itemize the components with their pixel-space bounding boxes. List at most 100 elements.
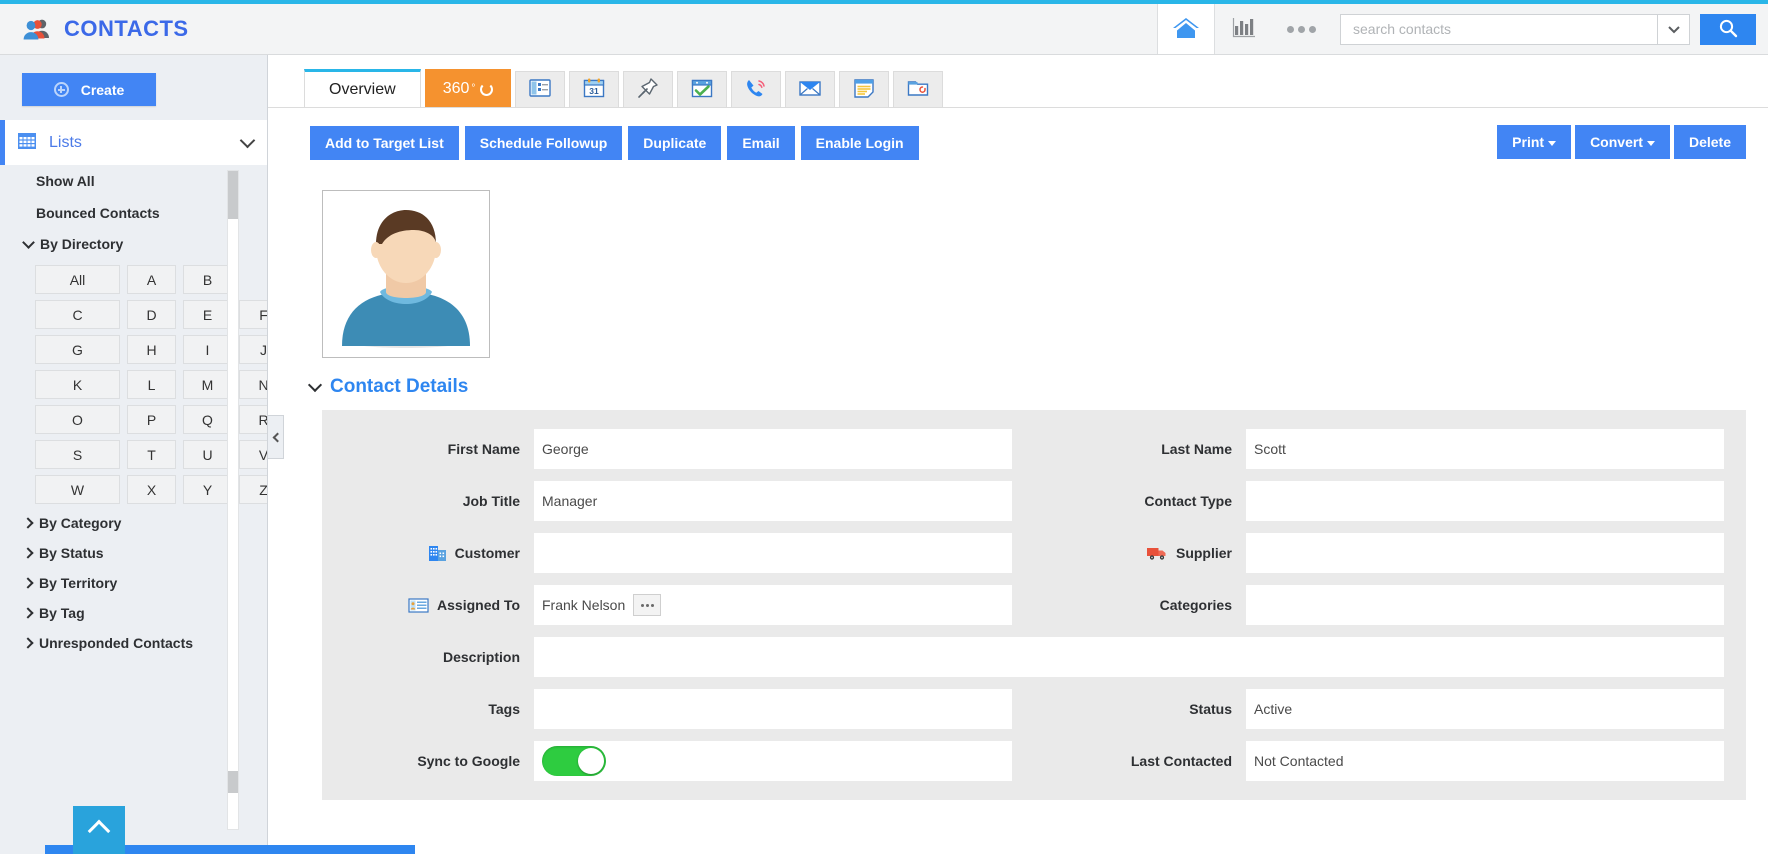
avatar[interactable]: [322, 190, 490, 358]
directory-key-o[interactable]: O: [35, 405, 120, 434]
degree-symbol: °: [471, 83, 475, 94]
field-first-name-value[interactable]: George: [534, 429, 1012, 469]
directory-key-n[interactable]: N: [239, 370, 268, 399]
tab-details[interactable]: [515, 71, 565, 107]
chevron-right-icon: [22, 577, 33, 588]
schedule-followup-button[interactable]: Schedule Followup: [465, 126, 623, 160]
enable-login-button[interactable]: Enable Login: [801, 126, 919, 160]
directory-key-j[interactable]: J: [239, 335, 268, 364]
directory-key-f[interactable]: F: [239, 300, 268, 329]
field-last-contacted-value[interactable]: Not Contacted: [1246, 741, 1724, 781]
directory-key-z[interactable]: Z: [239, 475, 268, 504]
chevron-down-icon: [240, 133, 256, 149]
directory-key-m[interactable]: M: [183, 370, 232, 399]
sidebar-group-label: By Category: [39, 515, 121, 531]
assigned-to-picker-button[interactable]: [633, 594, 661, 616]
directory-key-k[interactable]: K: [35, 370, 120, 399]
sidebar-scrollbar-thumb[interactable]: [228, 171, 238, 219]
convert-button[interactable]: Convert: [1575, 125, 1670, 159]
directory-key-p[interactable]: P: [127, 405, 176, 434]
tab-overview[interactable]: Overview: [304, 69, 421, 107]
app-header: CONTACTS: [0, 4, 1768, 55]
field-assigned-to-value: Frank Nelson: [542, 597, 625, 613]
sidebar-group-label: By Tag: [39, 605, 85, 621]
field-description-value[interactable]: [534, 637, 1724, 677]
search-input[interactable]: [1341, 15, 1657, 44]
directory-key-g[interactable]: G: [35, 335, 120, 364]
field-categories-value[interactable]: [1246, 585, 1724, 625]
chevron-right-icon: [22, 547, 33, 558]
duplicate-button[interactable]: Duplicate: [628, 126, 721, 160]
sidebar-scrollbar[interactable]: [227, 170, 239, 830]
directory-key-r[interactable]: R: [239, 405, 268, 434]
field-contact-type-value[interactable]: [1246, 481, 1724, 521]
field-status-label: Status: [1034, 701, 1246, 717]
directory-key-t[interactable]: T: [127, 440, 176, 469]
search-button[interactable]: [1700, 14, 1756, 45]
sidebar-collapse-handle[interactable]: [268, 415, 284, 459]
page-title: CONTACTS: [64, 16, 189, 42]
directory-key-c[interactable]: C: [35, 300, 120, 329]
directory-key-y[interactable]: Y: [183, 475, 232, 504]
chevron-down-icon: [308, 377, 322, 391]
tab-pinned[interactable]: [623, 71, 673, 107]
tab-calendar[interactable]: 31: [569, 71, 619, 107]
notes-icon: [852, 77, 876, 102]
field-job-title: Job Title Manager: [322, 475, 1034, 527]
action-toolbar: Add to Target List Schedule Followup Dup…: [304, 108, 1768, 160]
calendar-icon: 31: [582, 77, 606, 102]
directory-key-h[interactable]: H: [127, 335, 176, 364]
delete-button[interactable]: Delete: [1674, 125, 1746, 159]
scroll-to-top-button[interactable]: [73, 806, 125, 854]
home-button[interactable]: [1157, 4, 1215, 54]
field-customer-value[interactable]: [534, 533, 1012, 573]
directory-key-a[interactable]: A: [127, 265, 176, 294]
chevron-down-icon: [22, 236, 35, 249]
field-categories: Categories: [1034, 579, 1746, 631]
directory-key-l[interactable]: L: [127, 370, 176, 399]
directory-key-u[interactable]: U: [183, 440, 232, 469]
chevron-right-icon: [22, 607, 33, 618]
directory-key-v[interactable]: V: [239, 440, 268, 469]
directory-key-e[interactable]: E: [183, 300, 232, 329]
sidebar-lists-header[interactable]: Lists: [0, 120, 267, 165]
tab-emails[interactable]: [785, 71, 835, 107]
field-last-name-value[interactable]: Scott: [1246, 429, 1724, 469]
tab-tasks[interactable]: [677, 71, 727, 107]
directory-key-i[interactable]: I: [183, 335, 232, 364]
sidebar-scrollbar-thumb-lower[interactable]: [228, 771, 238, 793]
caret-down-icon: [1548, 141, 1556, 146]
field-tags-value[interactable]: [534, 689, 1012, 729]
directory-key-all[interactable]: All: [35, 265, 120, 294]
field-assigned-to-label-text: Assigned To: [437, 597, 520, 613]
create-button[interactable]: Create: [22, 73, 156, 106]
chevron-left-icon: [272, 432, 282, 442]
contact-details-section-header[interactable]: Contact Details: [310, 376, 1768, 398]
directory-key-s[interactable]: S: [35, 440, 120, 469]
search-scope-dropdown[interactable]: [1657, 15, 1689, 44]
sync-to-google-toggle[interactable]: [542, 746, 606, 776]
field-status-value[interactable]: Active: [1246, 689, 1724, 729]
tab-calls[interactable]: [731, 71, 781, 107]
directory-key-x[interactable]: X: [127, 475, 176, 504]
email-button[interactable]: Email: [727, 126, 794, 160]
directory-key-q[interactable]: Q: [183, 405, 232, 434]
tabstrip: Overview 360°: [304, 55, 1768, 107]
print-button[interactable]: Print: [1497, 125, 1571, 159]
directory-key-d[interactable]: D: [127, 300, 176, 329]
ellipsis-dot-icon: [646, 604, 649, 607]
field-job-title-label: Job Title: [322, 493, 534, 509]
print-button-label: Print: [1512, 134, 1544, 150]
add-to-target-list-button[interactable]: Add to Target List: [310, 126, 459, 160]
field-supplier-value[interactable]: [1246, 533, 1724, 573]
tab-notes[interactable]: [839, 71, 889, 107]
directory-key-b[interactable]: B: [183, 265, 232, 294]
more-button[interactable]: [1273, 4, 1330, 54]
tab-360[interactable]: 360°: [425, 69, 512, 107]
tab-attachments[interactable]: [893, 71, 943, 107]
attachment-folder-icon: [906, 77, 930, 102]
directory-key-w[interactable]: W: [35, 475, 120, 504]
field-job-title-value[interactable]: Manager: [534, 481, 1012, 521]
reports-button[interactable]: [1215, 4, 1273, 54]
email-envelope-icon: [798, 77, 822, 102]
